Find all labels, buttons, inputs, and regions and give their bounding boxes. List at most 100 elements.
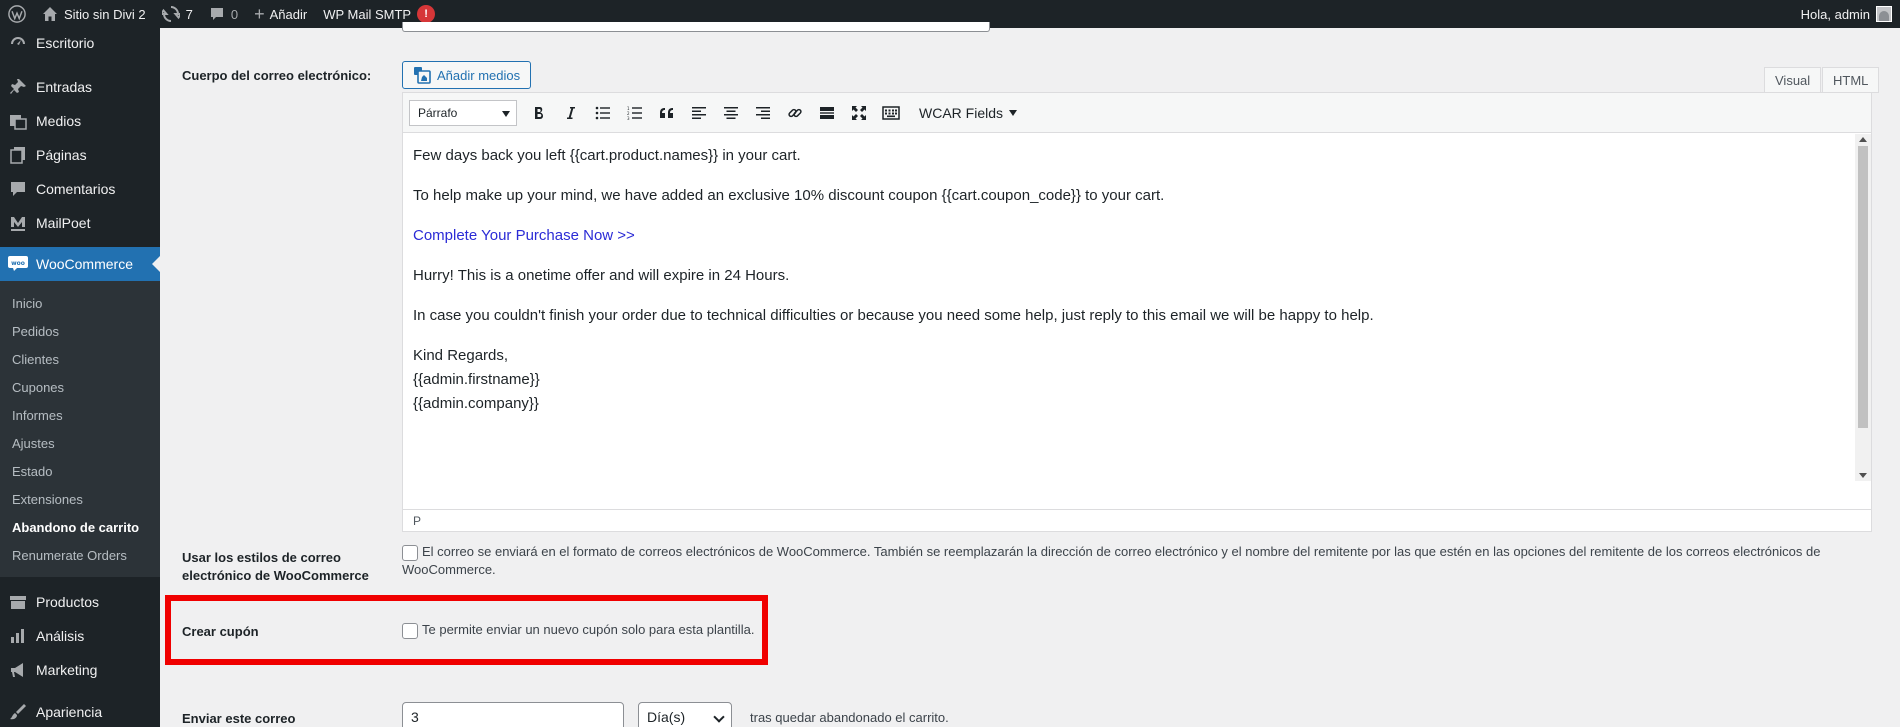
italic-button[interactable] [555,99,587,127]
scroll-up-arrow-icon[interactable] [1859,137,1867,142]
body-line: Kind Regards, [413,347,509,364]
body-line: Few days back you left {{cart.product.na… [413,147,801,164]
blockquote-button[interactable] [651,99,683,127]
numbered-list-icon: 123 [627,106,642,120]
quote-icon [660,107,673,118]
insert-link-button[interactable] [779,99,811,127]
italic-icon [567,106,575,119]
account-menu[interactable]: Hola, admin [1801,6,1900,22]
svg-text:3: 3 [627,116,630,120]
menu-label: Medios [36,113,82,129]
body-line: {{admin.firstname}} [413,371,540,388]
woo-styles-checkbox[interactable] [402,544,418,561]
complete-purchase-link[interactable]: Complete Your Purchase Now >> [413,224,1845,248]
greeting: Hola, admin [1800,6,1870,22]
submenu-item-inicio[interactable]: Inicio [0,289,160,317]
read-more-icon [820,106,834,119]
tab-visual[interactable]: Visual [1764,67,1822,93]
create-coupon-option: Te permite enviar un nuevo cupón solo pa… [402,621,754,639]
updates-count: 7 [185,6,193,22]
body-line: In case you couldn't finish your order d… [413,307,1374,324]
paintbrush-icon [8,702,28,722]
link-icon [788,108,802,117]
add-media-button[interactable]: Añadir medios [402,61,532,89]
avatar [1876,6,1892,22]
admin-sidebar: Escritorio Entradas Medios Páginas Comen… [0,28,160,727]
bold-icon [535,106,543,119]
scrollbar-thumb[interactable] [1858,146,1868,428]
wordpress-logo-icon[interactable] [0,0,34,28]
menu-label: Comentarios [36,181,116,197]
media-icon [8,111,28,131]
menu-label: Marketing [36,662,98,678]
bullet-list-button[interactable] [587,99,619,127]
notification-badge: ! [417,5,436,23]
menu-item-escritorio[interactable]: Escritorio [0,28,160,58]
menu-item-productos[interactable]: Productos [0,585,160,619]
format-select[interactable]: Párrafo [409,99,517,126]
email-body-content[interactable]: Few days back you left {{cart.product.na… [403,134,1855,481]
menu-item-apariencia[interactable]: Apariencia [0,695,160,727]
menu-item-mailpoet[interactable]: MailPoet [0,206,160,240]
plus-icon: + [254,3,265,24]
menu-label: Escritorio [36,35,95,51]
comment-bubble-icon [210,8,223,20]
read-more-button[interactable] [811,99,843,127]
submenu-item-cupones[interactable]: Cupones [0,373,160,401]
menu-item-paginas[interactable]: Páginas [0,138,160,172]
align-right-button[interactable] [747,99,779,127]
archive-icon [8,592,28,612]
submenu-item-clientes[interactable]: Clientes [0,345,160,373]
scroll-down-arrow-icon[interactable] [1859,473,1867,478]
rich-text-editor: Párrafo 123 WCAR Fields Few days back yo… [402,92,1872,532]
toolbar-toggle-button[interactable] [875,99,907,127]
tab-html[interactable]: HTML [1822,67,1880,93]
pages-icon [8,145,28,165]
comments-link[interactable]: 0 [201,0,246,28]
menu-item-entradas[interactable]: Entradas [0,70,160,104]
woo-styles-description: El correo se enviará en el formato de co… [402,544,1821,577]
wp-mail-smtp-label: WP Mail SMTP [323,6,412,22]
updates-link[interactable]: 7 [154,0,201,28]
menu-item-woocommerce[interactable]: woo WooCommerce [0,247,160,281]
create-coupon-checkbox[interactable] [402,622,418,639]
mailpoet-icon [8,213,28,233]
add-new-label: Añadir [269,6,308,22]
menu-label: MailPoet [36,215,91,231]
dashboard-icon [8,33,28,53]
submenu-item-informes[interactable]: Informes [0,401,160,429]
menu-item-medios[interactable]: Medios [0,104,160,138]
fullscreen-button[interactable] [843,99,875,127]
send-delay-input[interactable]: 3 [402,702,624,727]
body-line: To help make up your mind, we have added… [413,187,1165,204]
editor-scrollbar[interactable] [1855,134,1871,481]
chart-bar-icon [8,626,28,646]
add-new-link[interactable]: + Añadir [246,0,315,28]
element-path[interactable]: P [413,514,421,528]
submenu-item-renumerate-orders[interactable]: Renumerate Orders [0,541,160,569]
submenu-item-ajustes[interactable]: Ajustes [0,429,160,457]
align-center-button[interactable] [715,99,747,127]
menu-label: Entradas [36,79,93,95]
submenu-item-estado[interactable]: Estado [0,457,160,485]
send-delay-unit-select[interactable]: Día(s) [638,702,732,727]
menu-item-comentarios[interactable]: Comentarios [0,172,160,206]
bold-button[interactable] [523,99,555,127]
add-media-label: Añadir medios [437,67,521,83]
site-name-link[interactable]: Sitio sin Divi 2 [34,0,154,28]
align-right-icon [756,106,770,119]
align-left-button[interactable] [683,99,715,127]
numbered-list-button[interactable]: 123 [619,99,651,127]
submenu-item-abandono-de-carrito[interactable]: Abandono de carrito [0,513,160,541]
menu-label: Análisis [36,628,85,644]
submenu-item-pedidos[interactable]: Pedidos [0,317,160,345]
menu-item-analisis[interactable]: Análisis [0,619,160,653]
previous-field-bottom[interactable] [402,22,990,32]
wcar-fields-dropdown[interactable]: WCAR Fields [919,105,1017,121]
comments-count: 0 [230,6,239,22]
bullet-list-icon [595,106,610,119]
menu-item-marketing[interactable]: Marketing [0,653,160,687]
submenu-item-extensiones[interactable]: Extensiones [0,485,160,513]
editor-statusbar: P [403,509,1871,531]
keyboard-icon [882,105,900,120]
